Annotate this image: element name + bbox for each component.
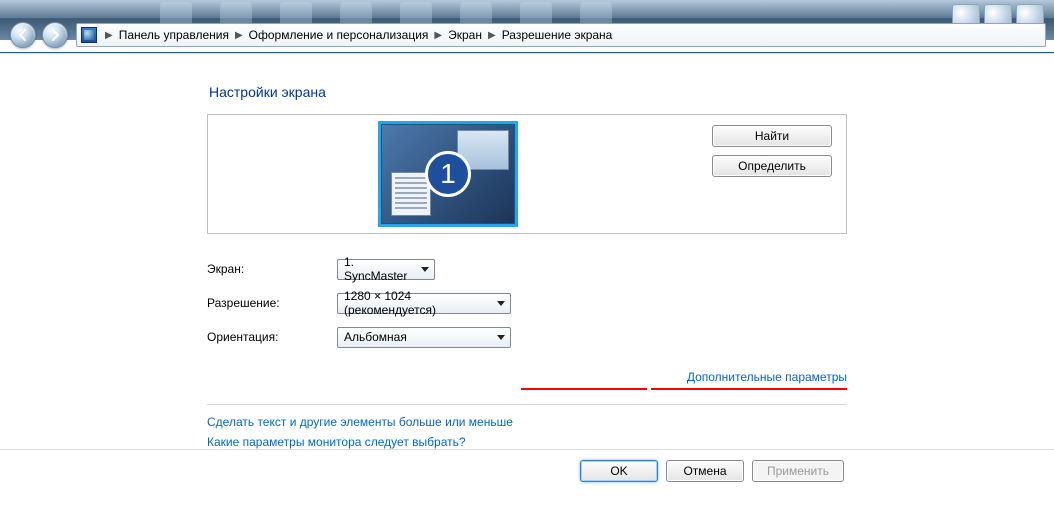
orientation-label: Ориентация: [207, 330, 337, 344]
breadcrumb-sep-icon: ▶ [233, 30, 245, 41]
detect-button[interactable]: Найти [712, 125, 832, 147]
address-bar[interactable]: ▶ Панель управления ▶ Оформление и персо… [76, 23, 1046, 47]
monitor-preview-box: 1 Найти Определить [207, 114, 847, 234]
address-bar-row: ▶ Панель управления ▶ Оформление и персо… [0, 18, 1054, 52]
monitor-number-badge: 1 [425, 151, 471, 197]
display-label: Экран: [207, 262, 337, 276]
cancel-button[interactable]: Отмена [666, 460, 744, 482]
resolution-label: Разрешение: [207, 296, 337, 310]
control-panel-icon [81, 27, 97, 43]
header-separator [0, 52, 1054, 53]
advanced-row: Дополнительные параметры [207, 370, 847, 390]
annotation-underline [651, 388, 847, 390]
annotation-underline [521, 388, 647, 390]
breadcrumb-control-panel[interactable]: Панель управления [115, 28, 233, 42]
page-title: Настройки экрана [209, 84, 847, 100]
breadcrumb-resolution[interactable]: Разрешение экрана [498, 28, 617, 42]
breadcrumb-appearance[interactable]: Оформление и персонализация [245, 28, 433, 42]
resize-text-link[interactable]: Сделать текст и другие элементы больше и… [207, 415, 847, 429]
footer-separator [0, 449, 1054, 450]
breadcrumb-display[interactable]: Экран [444, 28, 486, 42]
footer-buttons: OK Отмена Применить [580, 460, 844, 482]
ok-button[interactable]: OK [580, 460, 658, 482]
section-separator [207, 404, 847, 405]
orientation-select[interactable]: Альбомная [337, 327, 511, 348]
breadcrumb-sep-icon: ▶ [103, 30, 115, 41]
settings-form: Экран: 1. SyncMaster Разрешение: 1280 × … [207, 252, 847, 354]
nav-back-button[interactable] [10, 22, 36, 48]
advanced-settings-link[interactable]: Дополнительные параметры [687, 370, 847, 384]
apply-button[interactable]: Применить [752, 460, 844, 482]
monitor-thumbnail[interactable]: 1 [378, 121, 518, 227]
which-settings-link[interactable]: Какие параметры монитора следует выбрать… [207, 435, 847, 449]
breadcrumb-sep-icon: ▶ [432, 30, 444, 41]
resolution-select[interactable]: 1280 × 1024 (рекомендуется) [337, 293, 511, 314]
nav-forward-button[interactable] [42, 22, 68, 48]
display-select[interactable]: 1. SyncMaster [337, 259, 435, 280]
help-links: Сделать текст и другие элементы больше и… [207, 415, 847, 449]
breadcrumb-sep-icon: ▶ [486, 30, 498, 41]
identify-button[interactable]: Определить [712, 155, 832, 177]
